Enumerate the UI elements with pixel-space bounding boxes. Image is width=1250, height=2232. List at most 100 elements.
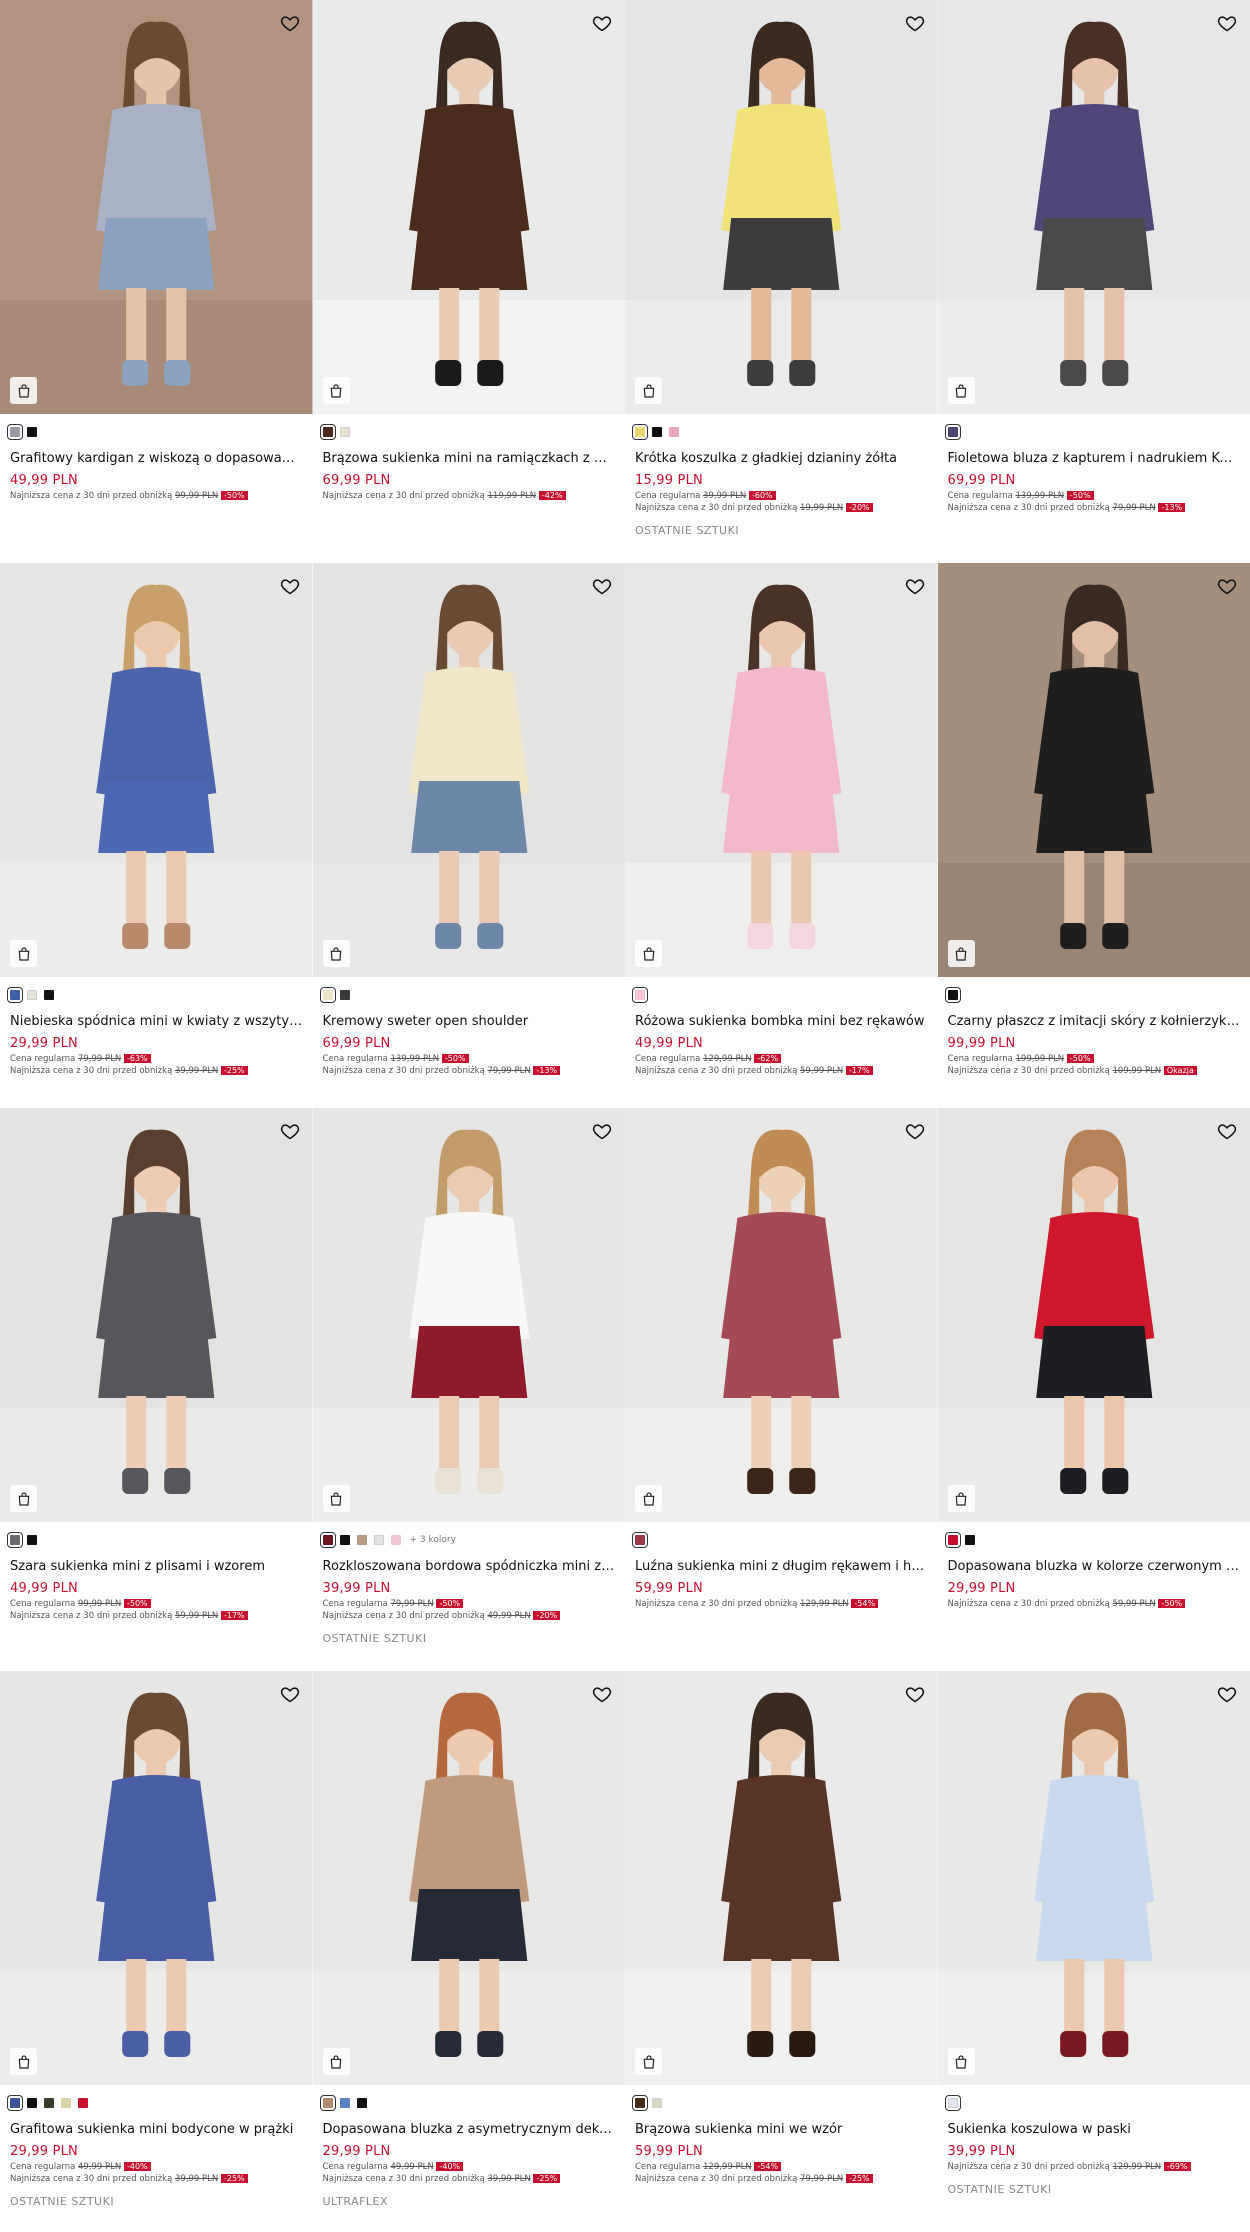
- color-swatch[interactable]: [339, 990, 350, 1000]
- color-swatch[interactable]: [652, 2098, 662, 2108]
- product-name[interactable]: Grafitowa sukienka mini bodycone w prążk…: [10, 2121, 303, 2139]
- shopping-bag-icon[interactable]: [635, 1485, 662, 1512]
- color-swatch[interactable]: [319, 1532, 336, 1548]
- heart-icon[interactable]: [277, 1681, 303, 1707]
- product-name[interactable]: Niebieska spódnica mini w kwiaty z wszyt…: [10, 1013, 303, 1031]
- color-swatch[interactable]: [390, 1535, 401, 1545]
- product-card[interactable]: Niebieska spódnica mini w kwiaty z wszyt…: [0, 563, 313, 1108]
- color-swatch[interactable]: [944, 2095, 961, 2111]
- color-swatch[interactable]: [944, 987, 961, 1003]
- shopping-bag-icon[interactable]: [322, 1485, 350, 1512]
- more-colors-label[interactable]: + 3 kolory: [410, 1535, 456, 1545]
- product-card[interactable]: Dopasowana bluzka z asymetrycznym dekolt…: [312, 1671, 625, 2232]
- product-name[interactable]: Różowa sukienka bombka mini bez rękawów: [635, 1013, 928, 1031]
- shopping-bag-icon[interactable]: [635, 940, 662, 967]
- product-card[interactable]: Czarny płaszcz z imitacji skóry z kołnie…: [937, 563, 1250, 1108]
- shopping-bag-icon[interactable]: [947, 940, 975, 967]
- shopping-bag-icon[interactable]: [322, 377, 350, 404]
- product-card[interactable]: Grafitowa sukienka mini bodycone w prążk…: [0, 1671, 313, 2232]
- heart-icon[interactable]: [277, 1118, 303, 1144]
- product-photo[interactable]: [312, 1671, 625, 2085]
- color-swatch[interactable]: [61, 2098, 71, 2108]
- shopping-bag-icon[interactable]: [947, 1485, 975, 1512]
- product-photo[interactable]: [0, 0, 313, 414]
- product-card[interactable]: Dopasowana bluzka w kolorze czerwonym z …: [937, 1108, 1250, 1671]
- product-name[interactable]: Czarny płaszcz z imitacji skóry z kołnie…: [948, 1013, 1241, 1031]
- product-card[interactable]: Luźna sukienka mini z długim rękawem i h…: [625, 1108, 938, 1671]
- shopping-bag-icon[interactable]: [10, 940, 37, 967]
- product-name[interactable]: Brązowa sukienka mini na ramiączkach z w…: [323, 450, 616, 468]
- color-swatch[interactable]: [27, 427, 37, 437]
- product-card[interactable]: Grafitowy kardigan z wiskozą o dopasowan…: [0, 0, 313, 563]
- product-photo[interactable]: [937, 0, 1250, 414]
- heart-icon[interactable]: [589, 1118, 615, 1144]
- color-swatch[interactable]: [319, 424, 336, 440]
- shopping-bag-icon[interactable]: [10, 2048, 37, 2075]
- color-swatch[interactable]: [44, 990, 54, 1000]
- product-name[interactable]: Dopasowana bluzka w kolorze czerwonym z …: [948, 1558, 1241, 1576]
- product-photo[interactable]: [625, 1108, 938, 1522]
- color-swatch[interactable]: [27, 990, 37, 1000]
- color-swatch[interactable]: [632, 2095, 648, 2111]
- color-swatch[interactable]: [632, 1532, 648, 1548]
- color-swatch[interactable]: [27, 2098, 37, 2108]
- product-photo[interactable]: [937, 1108, 1250, 1522]
- color-swatch[interactable]: [44, 2098, 54, 2108]
- color-swatch[interactable]: [964, 1535, 975, 1545]
- heart-icon[interactable]: [589, 573, 615, 599]
- shopping-bag-icon[interactable]: [10, 377, 37, 404]
- heart-icon[interactable]: [1214, 1681, 1240, 1707]
- heart-icon[interactable]: [902, 1118, 928, 1144]
- shopping-bag-icon[interactable]: [322, 940, 350, 967]
- product-card[interactable]: Brązowa sukienka mini we wzór 59,99 PLN Ce…: [625, 1671, 938, 2232]
- product-name[interactable]: Luźna sukienka mini z długim rękawem i h…: [635, 1558, 928, 1576]
- color-swatch[interactable]: [632, 987, 648, 1003]
- color-swatch[interactable]: [319, 987, 336, 1003]
- product-photo[interactable]: [0, 1671, 313, 2085]
- heart-icon[interactable]: [902, 1681, 928, 1707]
- color-swatch[interactable]: [669, 427, 679, 437]
- product-card[interactable]: Różowa sukienka bombka mini bez rękawów 4…: [625, 563, 938, 1108]
- color-swatch[interactable]: [339, 427, 350, 437]
- heart-icon[interactable]: [277, 10, 303, 36]
- heart-icon[interactable]: [902, 10, 928, 36]
- product-name[interactable]: Sukienka koszulowa w paski: [948, 2121, 1241, 2139]
- shopping-bag-icon[interactable]: [947, 377, 975, 404]
- shopping-bag-icon[interactable]: [635, 377, 662, 404]
- product-photo[interactable]: [625, 0, 938, 414]
- color-swatch[interactable]: [632, 424, 648, 440]
- color-swatch[interactable]: [78, 2098, 88, 2108]
- color-swatch[interactable]: [7, 2095, 23, 2111]
- product-photo[interactable]: [0, 1108, 313, 1522]
- color-swatch[interactable]: [339, 2098, 350, 2108]
- color-swatch[interactable]: [944, 1532, 961, 1548]
- product-card[interactable]: Brązowa sukienka mini na ramiączkach z w…: [312, 0, 625, 563]
- product-photo[interactable]: [625, 563, 938, 977]
- product-card[interactable]: + 3 kolory Rozkloszowana bordowa spódnicz…: [312, 1108, 625, 1671]
- heart-icon[interactable]: [277, 573, 303, 599]
- product-name[interactable]: Fioletowa bluza z kapturem i nadrukiem K…: [948, 450, 1241, 468]
- product-name[interactable]: Grafitowy kardigan z wiskozą o dopasowan…: [10, 450, 303, 468]
- product-photo[interactable]: [312, 1108, 625, 1522]
- color-swatch[interactable]: [7, 1532, 23, 1548]
- heart-icon[interactable]: [589, 10, 615, 36]
- product-name[interactable]: Brązowa sukienka mini we wzór: [635, 2121, 928, 2139]
- heart-icon[interactable]: [1214, 573, 1240, 599]
- product-card[interactable]: Szara sukienka mini z plisami i wzorem 49…: [0, 1108, 313, 1671]
- color-swatch[interactable]: [339, 1535, 350, 1545]
- color-swatch[interactable]: [373, 1535, 384, 1545]
- color-swatch[interactable]: [319, 2095, 336, 2111]
- product-card[interactable]: Kremowy sweter open shoulder 69,99 PLN Cen…: [312, 563, 625, 1108]
- heart-icon[interactable]: [1214, 10, 1240, 36]
- product-card[interactable]: Fioletowa bluza z kapturem i nadrukiem K…: [937, 0, 1250, 563]
- shopping-bag-icon[interactable]: [322, 2048, 350, 2075]
- product-name[interactable]: Dopasowana bluzka z asymetrycznym dekolt…: [323, 2121, 616, 2139]
- product-photo[interactable]: [312, 0, 625, 414]
- product-name[interactable]: Krótka koszulka z gładkiej dzianiny żółt…: [635, 450, 928, 468]
- product-photo[interactable]: [0, 563, 313, 977]
- color-swatch[interactable]: [356, 1535, 367, 1545]
- heart-icon[interactable]: [1214, 1118, 1240, 1144]
- product-card[interactable]: Krótka koszulka z gładkiej dzianiny żółt…: [625, 0, 938, 563]
- heart-icon[interactable]: [589, 1681, 615, 1707]
- color-swatch[interactable]: [7, 987, 23, 1003]
